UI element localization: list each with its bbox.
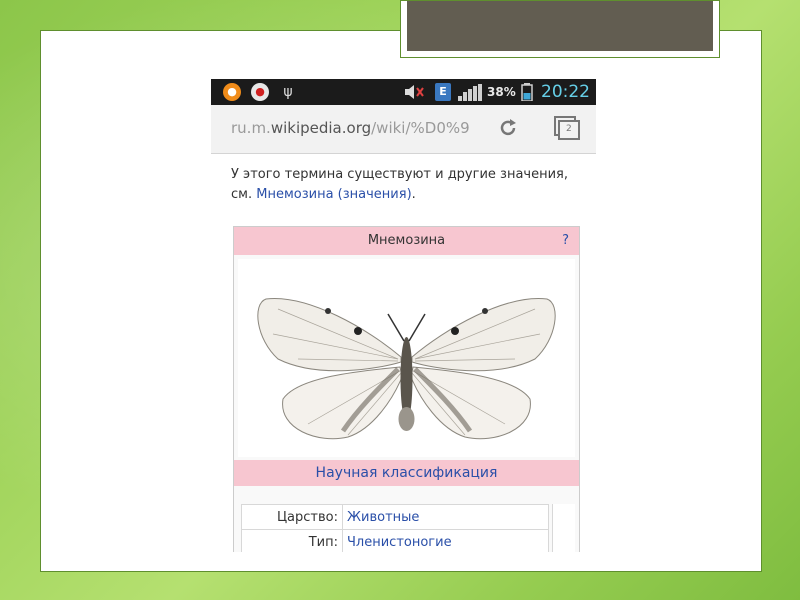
reload-icon[interactable] (497, 117, 519, 139)
phone-screenshot: ● ● ψ E 38% 20:22 ru.m.wikipedia.org/wik… (211, 79, 596, 552)
classification-table: Царство: Животные Тип: Членистоногие (241, 504, 549, 552)
tab-count: 2 (566, 124, 572, 134)
usb-icon: ψ (283, 84, 293, 100)
volume-icon (403, 83, 425, 101)
data-e-icon: E (435, 83, 451, 101)
browser-address-bar[interactable]: ru.m.wikipedia.org/wiki/%D0%9 2 (211, 105, 596, 154)
status-bar: ● ● ψ E 38% 20:22 (211, 79, 596, 105)
disambiguation-link[interactable]: Мнемозина (значения) (256, 187, 411, 202)
signal-icon (458, 84, 482, 101)
table-row: Тип: Членистоногие (241, 529, 549, 552)
scientific-classification-header: Научная классификация (234, 460, 579, 486)
picture-frame (400, 0, 720, 58)
infobox-help-link[interactable]: ? (562, 227, 569, 255)
battery-icon (521, 83, 533, 102)
classification-value-link[interactable]: Животные (342, 504, 549, 530)
infobox-title: Мнемозина (234, 227, 579, 255)
status-clock: 20:22 (541, 82, 590, 102)
app-red-icon: ● (251, 83, 269, 101)
classification-value-link[interactable]: Членистоногие (342, 529, 549, 552)
table-row: Царство: Животные (241, 504, 549, 530)
dark-placeholder-box (407, 1, 713, 51)
tabs-icon[interactable]: 2 (553, 115, 581, 141)
battery-percent: 38% (487, 85, 516, 99)
infobox: Мнемозина ? Научная классификация Царств… (233, 226, 580, 552)
table-side-column (552, 504, 575, 552)
app-orange-icon: ● (223, 83, 241, 101)
disambiguation-note: У этого термина существуют и другие знач… (231, 167, 568, 202)
classification-key: Царство: (241, 504, 343, 530)
butterfly-image (238, 259, 575, 457)
url-field[interactable]: ru.m.wikipedia.org/wiki/%D0%9 (231, 118, 470, 138)
classification-key: Тип: (241, 529, 343, 552)
